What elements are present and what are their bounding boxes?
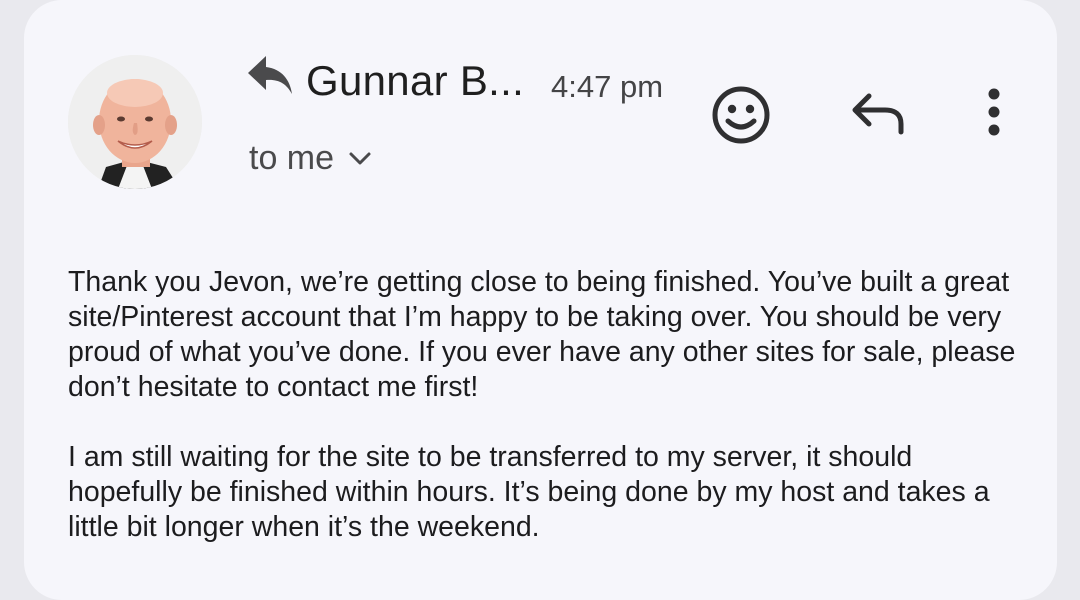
add-reaction-button[interactable] bbox=[710, 84, 772, 146]
email-body: Thank you Jevon, we’re getting close to … bbox=[68, 265, 1028, 545]
recipient-label: to me bbox=[249, 139, 335, 177]
avatar-photo bbox=[68, 55, 202, 189]
reply-icon bbox=[852, 93, 904, 135]
reply-button[interactable] bbox=[849, 90, 907, 136]
recipient-details-toggle[interactable]: to me bbox=[249, 136, 372, 180]
email-body-paragraph: I am still waiting for the site to be tr… bbox=[68, 441, 990, 543]
message-time: 4:47 pm bbox=[551, 69, 664, 104]
sender-avatar[interactable] bbox=[68, 55, 202, 189]
email-body-paragraph: Thank you Jevon, we’re getting close to … bbox=[68, 266, 1016, 403]
reply-arrow-icon bbox=[248, 56, 292, 94]
replied-indicator bbox=[246, 52, 294, 98]
sender-name[interactable]: Gunnar B... bbox=[306, 53, 524, 109]
chevron-down-icon bbox=[349, 152, 371, 165]
smiley-icon bbox=[712, 86, 770, 144]
more-vert-icon bbox=[988, 88, 1000, 136]
more-options-button[interactable] bbox=[980, 86, 1008, 140]
